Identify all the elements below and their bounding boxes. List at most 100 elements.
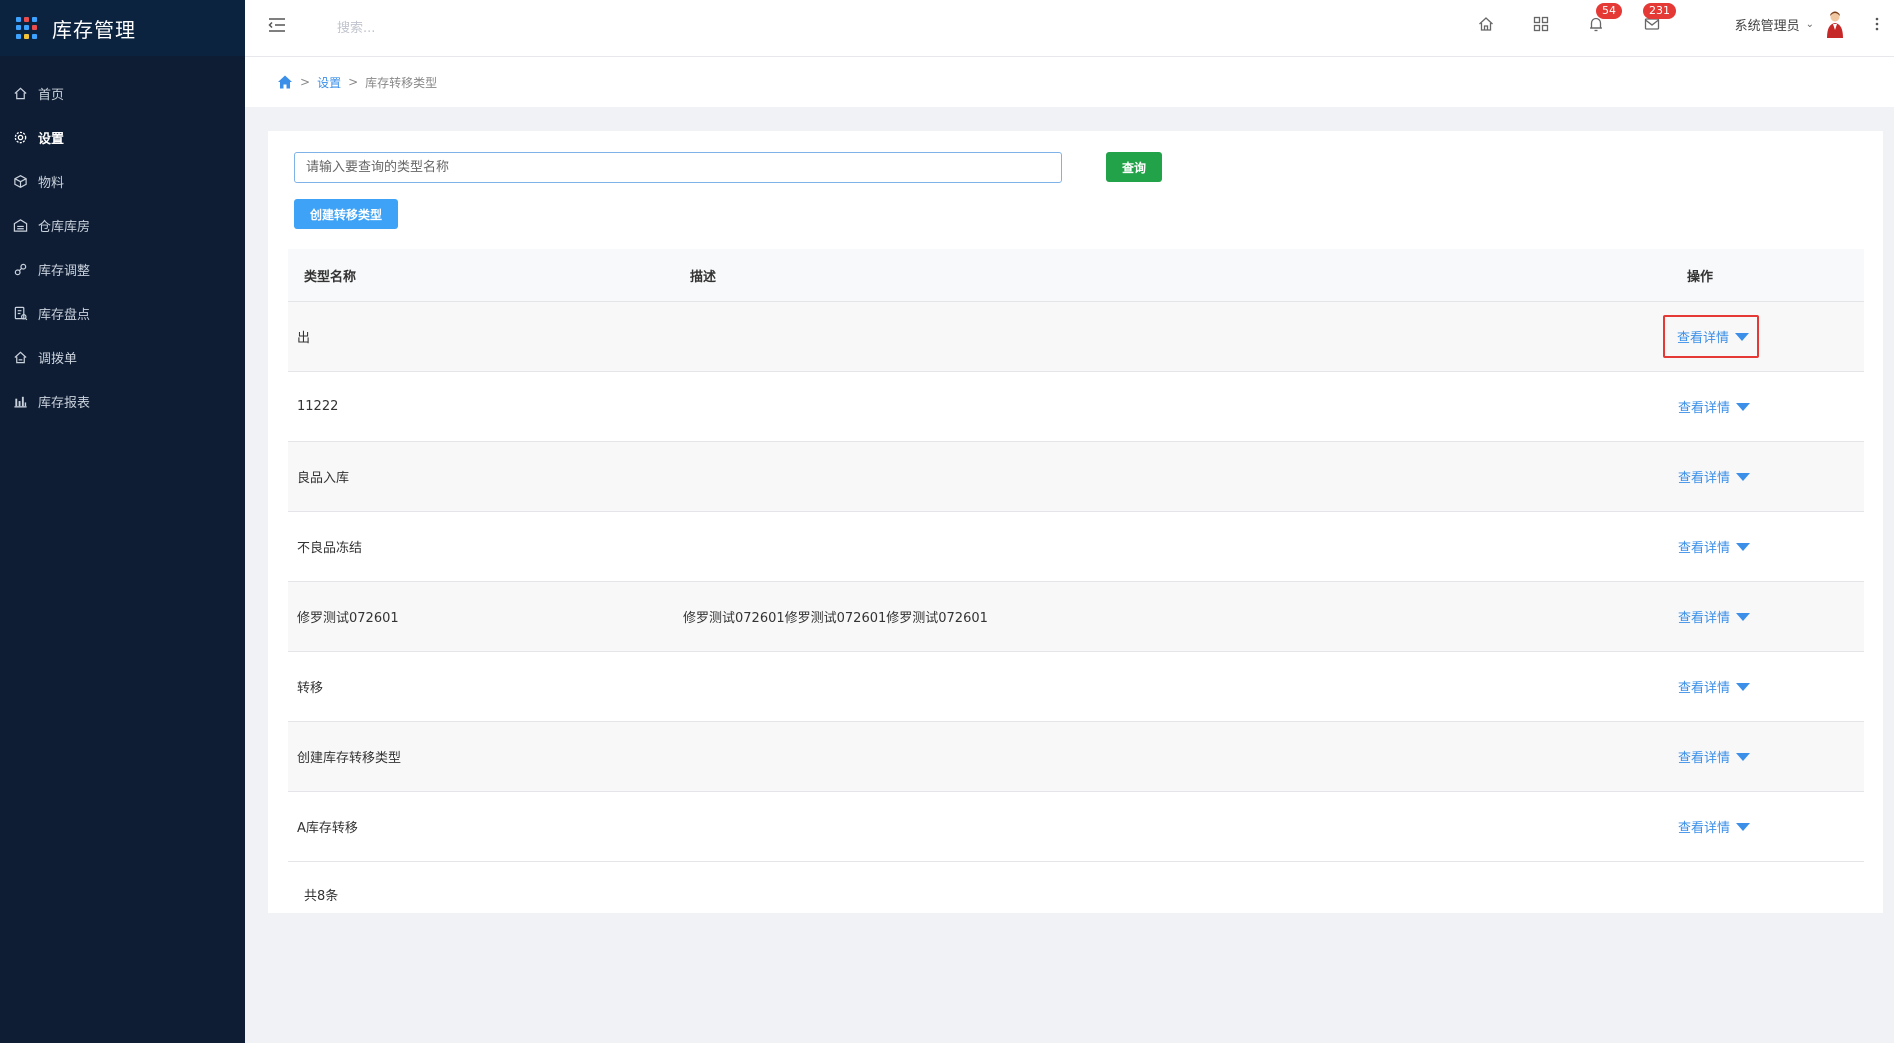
user-name: 系统管理员 xyxy=(1734,19,1800,34)
cell-operation: 查看详情 xyxy=(1678,599,1864,634)
adjust-icon xyxy=(13,262,28,277)
table-row: 良品入库 查看详情 xyxy=(288,442,1864,512)
sidebar-item-label: 库存报表 xyxy=(38,395,91,411)
cell-type-name: 出 xyxy=(297,331,311,346)
caret-down-icon xyxy=(1736,402,1751,411)
breadcrumb-separator: > xyxy=(300,75,311,89)
search-input[interactable] xyxy=(337,14,597,42)
cell-type-name: 不良品冻结 xyxy=(297,541,363,556)
view-details-label: 查看详情 xyxy=(1678,821,1731,836)
cell-operation: 查看详情 xyxy=(1678,459,1864,494)
bell-icon[interactable]: 54 xyxy=(1587,3,1622,33)
view-details-label: 查看详情 xyxy=(1678,681,1731,696)
cell-type-name: 良品入库 xyxy=(297,471,350,486)
table-row: 创建库存转移类型 查看详情 xyxy=(288,722,1864,792)
column-header-op-label: 操作 xyxy=(1687,269,1714,285)
sidebar-item-transfer-order[interactable]: 调拨单 xyxy=(0,335,245,379)
table-row: 修罗测试072601 修罗测试072601修罗测试072601修罗测试072601… xyxy=(288,582,1864,652)
cell-type-name: A库存转移 xyxy=(297,821,358,836)
table-body: 出查看详情 11222 查看详情 良品入库 查看详情 不良品冻结 查看详情 修罗测试07260… xyxy=(288,302,1864,862)
cell-operation: 查看详情 xyxy=(1678,739,1864,774)
cell-operation: 查看详情 xyxy=(1678,529,1864,564)
more-vertical-icon[interactable] xyxy=(1874,14,1880,34)
sidebar-item-label: 仓库库房 xyxy=(38,219,91,235)
sidebar-item-stock-report[interactable]: 库存报表 xyxy=(0,379,245,423)
view-details-label: 查看详情 xyxy=(1678,541,1731,556)
top-header: 54 231 系统管理员 ⌄ xyxy=(245,0,1894,57)
home-icon[interactable] xyxy=(1477,15,1495,33)
home-icon[interactable] xyxy=(277,74,293,90)
avatar[interactable] xyxy=(1824,10,1846,38)
sidebar: 库存管理 首页 设置 物料 仓库库房 库存调整 库存盘点 调拨单 库存报表 xyxy=(0,0,245,1043)
cell-type-name: 转移 xyxy=(297,681,324,696)
view-details-label: 查看详情 xyxy=(1678,471,1731,486)
cell-description: 修罗测试072601修罗测试072601修罗测试072601 xyxy=(683,611,988,626)
sidebar-item-label: 首页 xyxy=(38,87,65,103)
query-button[interactable]: 查询 xyxy=(1106,152,1162,182)
cell-operation: 查看详情 xyxy=(1678,669,1864,704)
apps-grid-icon[interactable] xyxy=(1532,15,1550,33)
view-details-dropdown[interactable]: 查看详情 xyxy=(1663,529,1756,564)
app-title: 库存管理 xyxy=(52,17,136,42)
transfer-icon xyxy=(13,350,28,365)
sidebar-item-label: 库存调整 xyxy=(38,263,91,279)
table-row: 11222 查看详情 xyxy=(288,372,1864,442)
sidebar-item-settings[interactable]: 设置 xyxy=(0,115,245,159)
table-row: 出 查看详情 xyxy=(288,302,1864,372)
view-details-label: 查看详情 xyxy=(1678,401,1731,416)
chevron-down-icon: ⌄ xyxy=(1805,19,1814,30)
cell-type-name: 11222 xyxy=(297,399,339,414)
caret-down-icon xyxy=(1736,682,1751,691)
cube-icon xyxy=(13,174,28,189)
sidebar-item-label: 库存盘点 xyxy=(38,307,91,323)
table-row: 不良品冻结 查看详情 xyxy=(288,512,1864,582)
view-details-label: 查看详情 xyxy=(1678,751,1731,766)
user-menu[interactable]: 系统管理员 ⌄ xyxy=(1735,15,1814,34)
caret-down-icon xyxy=(1736,752,1751,761)
mail-icon[interactable]: 231 xyxy=(1643,3,1676,33)
sidebar-item-label: 物料 xyxy=(38,175,65,191)
view-details-dropdown[interactable]: 查看详情 xyxy=(1663,739,1756,774)
caret-down-icon xyxy=(1735,332,1750,341)
column-header-name: 类型名称 xyxy=(304,269,357,285)
app-grid-logo-icon xyxy=(16,17,38,39)
cell-operation: 查看详情 xyxy=(1663,315,1864,358)
caret-down-icon xyxy=(1736,542,1751,551)
sidebar-item-stock-count[interactable]: 库存盘点 xyxy=(0,291,245,335)
table-header: 类型名称 描述 操作 xyxy=(288,249,1864,302)
total-count: 共8条 xyxy=(304,889,339,904)
breadcrumb-current: 库存转移类型 xyxy=(365,75,438,90)
breadcrumb-link-settings[interactable]: 设置 xyxy=(317,74,341,91)
cell-type-name: 创建库存转移类型 xyxy=(297,751,402,766)
table-row: A库存转移 查看详情 xyxy=(288,792,1864,862)
table-row: 转移 查看详情 xyxy=(288,652,1864,722)
cell-type-name: 修罗测试072601 xyxy=(297,611,399,626)
sidebar-item-warehouse[interactable]: 仓库库房 xyxy=(0,203,245,247)
view-details-dropdown[interactable]: 查看详情 xyxy=(1663,459,1756,494)
caret-down-icon xyxy=(1736,612,1751,621)
cell-operation: 查看详情 xyxy=(1678,809,1864,844)
gear-icon xyxy=(13,130,28,145)
view-details-dropdown[interactable]: 查看详情 xyxy=(1663,599,1756,634)
sidebar-item-materials[interactable]: 物料 xyxy=(0,159,245,203)
type-name-search-input[interactable] xyxy=(294,152,1062,183)
message-badge: 231 xyxy=(1643,3,1676,19)
view-details-dropdown[interactable]: 查看详情 xyxy=(1663,809,1756,844)
sidebar-item-home[interactable]: 首页 xyxy=(0,71,245,115)
create-transfer-type-button[interactable]: 创建转移类型 xyxy=(294,199,398,229)
inventory-check-icon xyxy=(13,306,28,321)
sidebar-item-stock-adjust[interactable]: 库存调整 xyxy=(0,247,245,291)
caret-down-icon xyxy=(1736,472,1751,481)
view-details-dropdown[interactable]: 查看详情 xyxy=(1663,669,1756,704)
view-details-dropdown[interactable]: 查看详情 xyxy=(1663,389,1756,424)
content-card: 查询 创建转移类型 类型名称 描述 操作 出查看详情11222查看详情良品入库查… xyxy=(268,131,1883,913)
transfer-type-table: 类型名称 描述 操作 出查看详情 11222 查看详情 良品入库 查看详情 不良品冻结 查看… xyxy=(288,249,1864,862)
home-icon xyxy=(13,86,28,101)
bar-chart-icon xyxy=(13,394,28,409)
caret-down-icon xyxy=(1736,822,1751,831)
brand: 库存管理 xyxy=(0,0,245,56)
notification-badge: 54 xyxy=(1596,3,1622,19)
view-details-dropdown[interactable]: 查看详情 xyxy=(1663,315,1760,358)
menu-toggle-icon[interactable] xyxy=(267,16,287,34)
breadcrumb-separator: > xyxy=(348,75,359,89)
